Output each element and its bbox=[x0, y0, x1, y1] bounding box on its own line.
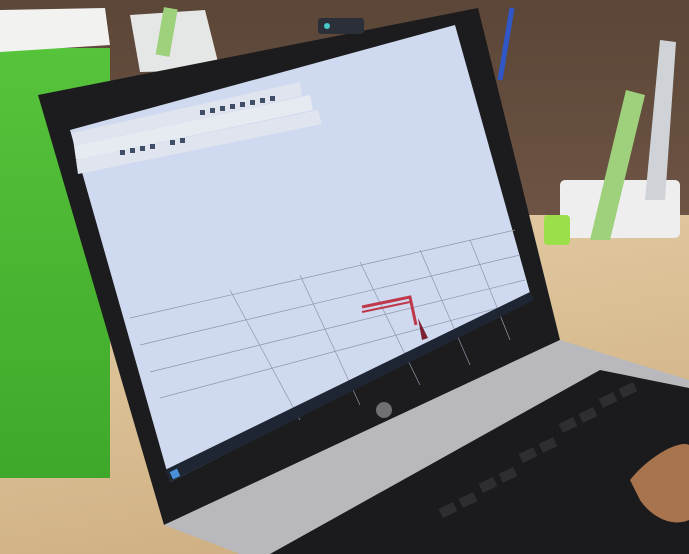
hp-logo-icon bbox=[376, 402, 392, 418]
blue-pen bbox=[497, 7, 515, 81]
metal-ruler bbox=[645, 40, 676, 200]
camera-icon bbox=[324, 23, 330, 29]
photo-scene bbox=[0, 7, 689, 554]
yellow-green-cap bbox=[544, 215, 570, 245]
shelf-box bbox=[0, 8, 110, 52]
